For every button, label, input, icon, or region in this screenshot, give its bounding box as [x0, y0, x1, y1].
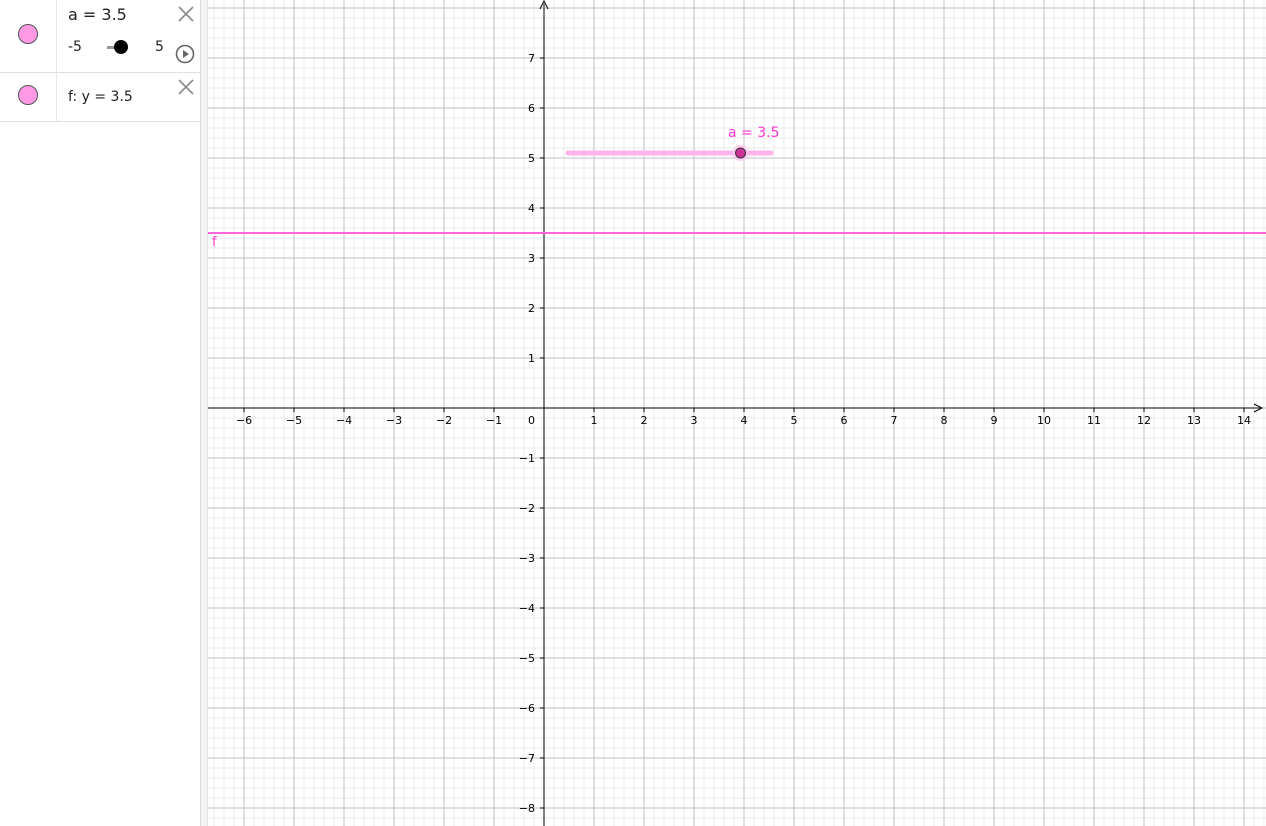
minor-grid — [208, 0, 1266, 826]
x-tick-label: −6 — [236, 414, 252, 427]
y-tick-label: 4 — [528, 202, 535, 215]
x-tick-label: 2 — [641, 414, 648, 427]
visibility-toggle-slider[interactable] — [18, 24, 38, 44]
y-tick-label: −4 — [519, 602, 535, 615]
slider-max-label: 5 — [155, 39, 164, 55]
x-tick-label: 1 — [591, 414, 598, 427]
x-tick-label: 11 — [1087, 414, 1101, 427]
graphics-view[interactable]: −6 −5 −4 −3 −2 −1 1 2 3 4 5 6 7 8 9 10 11 12 13 14 1 2 3 4 5 6 7 −1… — [208, 0, 1266, 826]
x-tick-label: 4 — [741, 414, 748, 427]
x-tick-label: −2 — [436, 414, 452, 427]
y-tick-label: 6 — [528, 102, 535, 115]
major-grid — [208, 0, 1266, 826]
x-tick-label: −5 — [286, 414, 302, 427]
x-tick-label: 6 — [841, 414, 848, 427]
function-label: f — [212, 235, 217, 250]
x-tick-label: 10 — [1037, 414, 1051, 427]
y-tick-label: −2 — [519, 502, 535, 515]
x-tick-label: 9 — [991, 414, 998, 427]
canvas-slider-label[interactable]: a = 3.5 — [728, 125, 779, 141]
x-tick-label: 5 — [791, 414, 798, 427]
function-expression[interactable]: f: y = 3.5 — [68, 89, 133, 105]
x-tick-label: 7 — [891, 414, 898, 427]
y-tick-label: −6 — [519, 702, 535, 715]
x-tick-label: 12 — [1137, 414, 1151, 427]
y-tick-label: 3 — [528, 252, 535, 265]
y-tick-label: 2 — [528, 302, 535, 315]
algebra-row-function[interactable]: f: y = 3.5 — [0, 73, 200, 122]
x-tick-label: −1 — [486, 414, 502, 427]
marble-cell — [0, 0, 57, 72]
x-tick-label: 8 — [941, 414, 948, 427]
close-icon[interactable] — [177, 78, 195, 96]
algebra-row-slider[interactable]: a = 3.5 -5 5 — [0, 0, 200, 73]
visibility-toggle-function[interactable] — [18, 85, 38, 105]
x-tick-label: −4 — [336, 414, 352, 427]
slider-expression[interactable]: a = 3.5 — [68, 5, 127, 24]
graphics-canvas[interactable]: −6 −5 −4 −3 −2 −1 1 2 3 4 5 6 7 8 9 10 11 12 13 141234567−1… — [208, 0, 1266, 826]
y-tick-label: −8 — [519, 802, 535, 815]
x-tick-label: 3 — [691, 414, 698, 427]
y-tick-label: 5 — [528, 152, 535, 165]
algebra-panel: a = 3.5 -5 5 f: y = 3.5 — [0, 0, 201, 826]
y-tick-label: −3 — [519, 552, 535, 565]
play-icon[interactable] — [175, 44, 195, 64]
x-tick-label: 14 — [1237, 414, 1251, 427]
y-tick-label: 7 — [528, 52, 535, 65]
x-tick-label: 13 — [1187, 414, 1201, 427]
y-tick-label: 1 — [528, 352, 535, 365]
tick-labels: −6 −5 −4 −3 −2 −1 1 2 3 4 5 6 7 8 9 10 11 12 13 141234567−1… — [236, 52, 1251, 815]
y-tick-label: −1 — [519, 452, 535, 465]
y-tick-label: −5 — [519, 652, 535, 665]
slider-min-label: -5 — [68, 39, 82, 55]
x-tick-label: −3 — [386, 414, 402, 427]
origin-label: 0 — [528, 414, 535, 427]
marble-cell — [0, 73, 57, 121]
close-icon[interactable] — [177, 5, 195, 23]
slider-knob[interactable] — [114, 40, 128, 54]
y-tick-label: −7 — [519, 752, 535, 765]
panel-splitter[interactable] — [201, 0, 208, 826]
canvas-slider-knob[interactable] — [735, 147, 747, 159]
